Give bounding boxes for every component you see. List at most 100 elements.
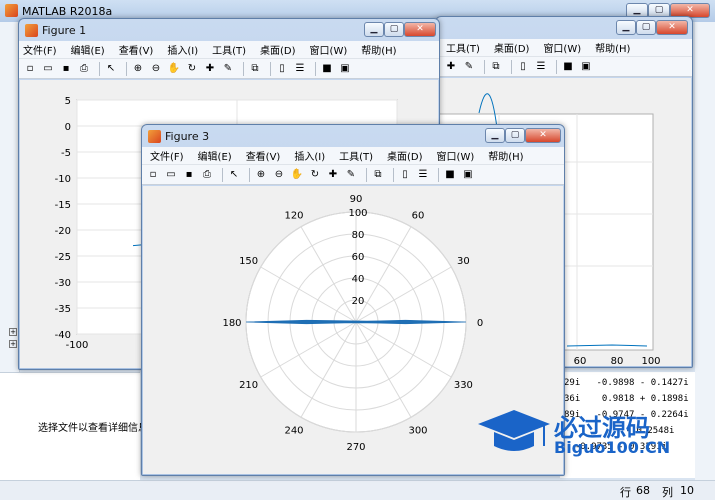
save-icon[interactable]: ▪	[182, 168, 196, 182]
link-plot-icon[interactable]: ⧉	[248, 62, 262, 76]
rotate-icon[interactable]: ↻	[185, 62, 199, 76]
menu-edit[interactable]: 编辑(E)	[71, 42, 105, 57]
show-plot-tools-icon[interactable]: ▣	[461, 168, 475, 182]
print-icon[interactable]: ⎙	[77, 62, 91, 76]
menu-edit[interactable]: 编辑(E)	[198, 148, 232, 163]
colorbar-icon[interactable]: ▯	[398, 168, 412, 182]
fig2-close-button[interactable]: ✕	[656, 20, 688, 35]
figure3-titlebar[interactable]: Figure 3 ▁ ▢ ✕	[142, 125, 564, 147]
rotate-icon[interactable]: ↻	[308, 168, 322, 182]
figure-icon	[25, 23, 38, 37]
menu-view[interactable]: 查看(V)	[246, 148, 281, 163]
pan-icon[interactable]: ✋	[290, 168, 304, 182]
menu-window[interactable]: 窗口(W)	[543, 40, 581, 55]
menu-window[interactable]: 窗口(W)	[437, 148, 475, 163]
menu-view[interactable]: 查看(V)	[119, 42, 154, 57]
colorbar-icon[interactable]: ▯	[275, 62, 289, 76]
menu-insert[interactable]: 插入(I)	[167, 42, 198, 57]
polar-angle-label: 240	[284, 425, 303, 436]
polar-angle-label: 300	[408, 425, 427, 436]
expand-icon[interactable]: +	[9, 340, 17, 348]
data-cursor-icon[interactable]: ✚	[203, 62, 217, 76]
details-panel: 选择文件以查看详细信息	[0, 372, 148, 480]
expand-icon[interactable]: +	[9, 328, 17, 336]
fig1-x-tick-label: -100	[66, 340, 89, 351]
fig2-minimize-button[interactable]: ▁	[616, 20, 636, 35]
brush-icon[interactable]: ✎	[462, 60, 476, 74]
fig1-minimize-button[interactable]: ▁	[364, 22, 384, 37]
fig1-y-ticks: 50-5-10-15-20-25-30-35-40	[55, 96, 71, 341]
menu-window[interactable]: 窗口(W)	[310, 42, 348, 57]
brush-icon[interactable]: ✎	[344, 168, 358, 182]
open-file-icon[interactable]: ▭	[41, 62, 55, 76]
brush-icon[interactable]: ✎	[221, 62, 235, 76]
details-panel-text: 选择文件以查看详细信息	[38, 423, 148, 434]
legend-icon[interactable]: ☰	[416, 168, 430, 182]
legend-icon[interactable]: ☰	[293, 62, 307, 76]
new-figure-icon[interactable]: ▫	[146, 168, 160, 182]
print-icon[interactable]: ⎙	[200, 168, 214, 182]
zoom-out-icon[interactable]: ⊖	[149, 62, 163, 76]
open-file-icon[interactable]: ▭	[164, 168, 178, 182]
menu-file[interactable]: 文件(F)	[150, 148, 184, 163]
colorbar-icon[interactable]: ▯	[516, 60, 530, 74]
toolbar-separator	[393, 167, 394, 182]
toolbar-separator	[315, 61, 316, 76]
menu-desktop[interactable]: 桌面(D)	[260, 42, 296, 57]
fig3-maximize-button[interactable]: ▢	[505, 128, 525, 143]
zoom-in-icon[interactable]: ⊕	[131, 62, 145, 76]
polar-radial-label: 60	[352, 252, 365, 263]
pan-icon[interactable]: ✋	[167, 62, 181, 76]
fig3-close-button[interactable]: ✕	[525, 128, 561, 143]
link-plot-icon[interactable]: ⧉	[489, 60, 503, 74]
fig3-toolbar: ▫ ▭ ▪ ⎙ ↖ ⊕ ⊖ ✋ ↻ ✚ ✎ ⧉ ▯ ☰ ■ ▣	[142, 165, 564, 185]
show-plot-tools-icon[interactable]: ▣	[338, 62, 352, 76]
graduation-cap-icon	[478, 410, 550, 451]
menu-desktop[interactable]: 桌面(D)	[387, 148, 423, 163]
edit-plot-icon[interactable]: ↖	[104, 62, 118, 76]
menu-help[interactable]: 帮助(H)	[361, 42, 396, 57]
right-strip	[695, 22, 715, 480]
figure1-titlebar[interactable]: Figure 1 ▁ ▢ ✕	[19, 19, 439, 41]
toolbar-separator	[556, 59, 557, 74]
save-icon[interactable]: ▪	[59, 62, 73, 76]
fig3-minimize-button[interactable]: ▁	[485, 128, 505, 143]
menu-file[interactable]: 文件(F)	[23, 42, 57, 57]
new-figure-icon[interactable]: ▫	[23, 62, 37, 76]
fig1-close-button[interactable]: ✕	[404, 22, 436, 37]
menu-tools[interactable]: 工具(T)	[446, 40, 480, 55]
menu-tools[interactable]: 工具(T)	[212, 42, 246, 57]
fig2-maximize-button[interactable]: ▢	[636, 20, 656, 35]
edit-plot-icon[interactable]: ↖	[227, 168, 241, 182]
toolbar-separator	[249, 167, 250, 182]
fig3-menubar: 文件(F) 编辑(E) 查看(V) 插入(I) 工具(T) 桌面(D) 窗口(W…	[142, 147, 564, 165]
menu-insert[interactable]: 插入(I)	[294, 148, 325, 163]
status-row-label: 行	[620, 486, 631, 499]
menu-desktop[interactable]: 桌面(D)	[494, 40, 530, 55]
figure2-titlebar[interactable]: ▁ ▢ ✕	[436, 17, 692, 39]
toolbar-separator	[366, 167, 367, 182]
menu-help[interactable]: 帮助(H)	[595, 40, 630, 55]
menu-help[interactable]: 帮助(H)	[488, 148, 523, 163]
show-plot-tools-icon[interactable]: ▣	[579, 60, 593, 74]
link-plot-icon[interactable]: ⧉	[371, 168, 385, 182]
polar-radial-label: 40	[352, 274, 365, 285]
status-col-value: 10	[680, 484, 694, 497]
hide-plot-tools-icon[interactable]: ■	[320, 62, 334, 76]
legend-icon[interactable]: ☰	[534, 60, 548, 74]
hide-plot-tools-icon[interactable]: ■	[561, 60, 575, 74]
fig1-maximize-button[interactable]: ▢	[384, 22, 404, 37]
data-cursor-icon[interactable]: ✚	[326, 168, 340, 182]
hide-plot-tools-icon[interactable]: ■	[443, 168, 457, 182]
status-row-value: 68	[636, 484, 650, 497]
menu-tools[interactable]: 工具(T)	[339, 148, 373, 163]
zoom-out-icon[interactable]: ⊖	[272, 168, 286, 182]
fig2-toolbar: ✚ ✎ ⧉ ▯ ☰ ■ ▣	[436, 57, 692, 77]
toolbar-separator	[438, 167, 439, 182]
polar-radial-label: 80	[352, 230, 365, 241]
zoom-in-icon[interactable]: ⊕	[254, 168, 268, 182]
polar-angle-label: 180	[222, 318, 241, 329]
figure-icon	[148, 129, 161, 143]
fig1-y-tick-label: 5	[65, 96, 71, 107]
data-cursor-icon[interactable]: ✚	[444, 60, 458, 74]
